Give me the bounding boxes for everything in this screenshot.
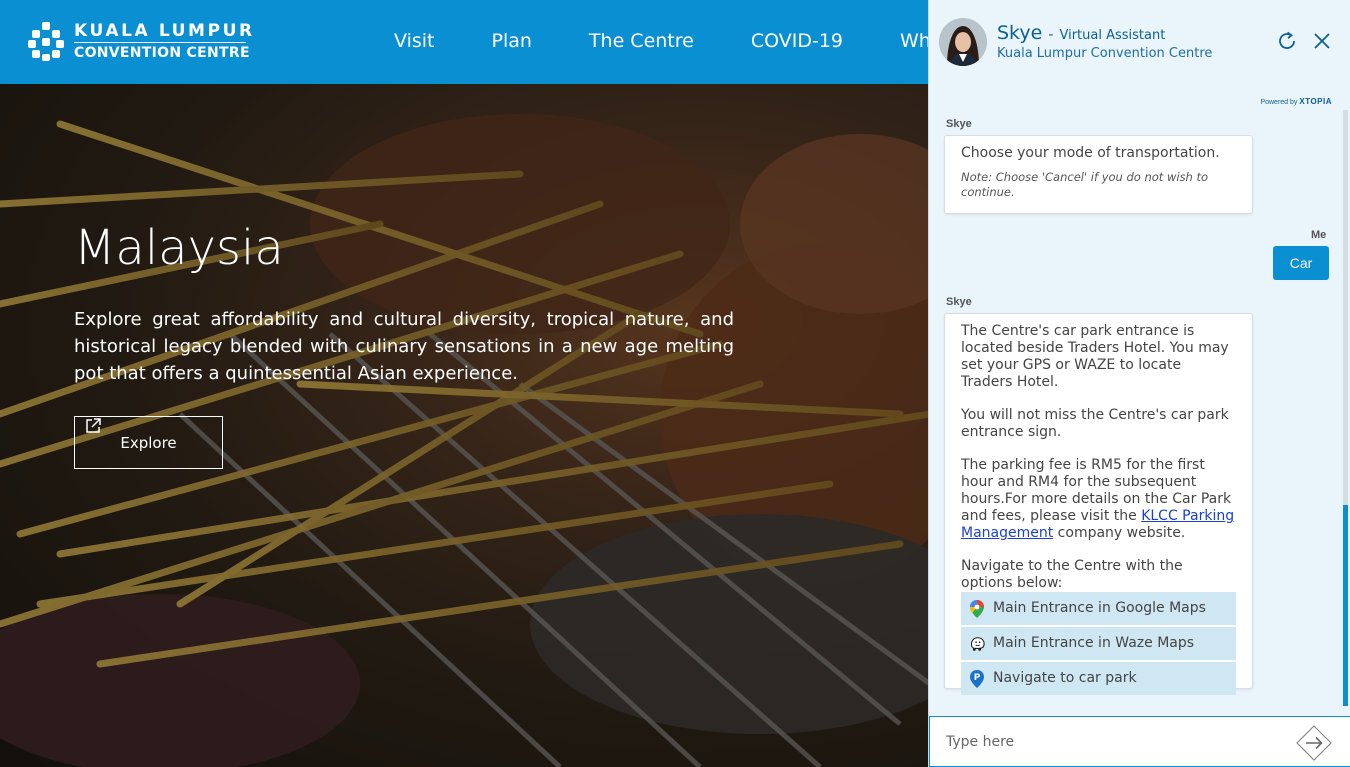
powered-by-text: Powered by bbox=[1260, 99, 1298, 106]
chat-input-bar bbox=[929, 716, 1350, 767]
assistant-name: Skye bbox=[997, 22, 1043, 44]
bot-message: Choose your mode of transportation. Note… bbox=[944, 135, 1253, 214]
nav-the-centre[interactable]: The Centre bbox=[589, 30, 694, 52]
assistant-org: Kuala Lumpur Convention Centre bbox=[997, 46, 1213, 61]
user-message: Car bbox=[1273, 246, 1329, 280]
option-label: Navigate to car park bbox=[993, 670, 1137, 686]
message-sender: Skye bbox=[946, 296, 972, 308]
google-maps-icon bbox=[969, 599, 985, 618]
refresh-icon[interactable] bbox=[1275, 29, 1299, 53]
send-icon[interactable] bbox=[1296, 725, 1332, 761]
message-paragraph: The parking fee is RM5 for the first hou… bbox=[961, 457, 1236, 542]
message-paragraph: Navigate to the Centre with the options … bbox=[961, 558, 1183, 591]
nav-plan[interactable]: Plan bbox=[492, 30, 532, 52]
message-sender: Me bbox=[1311, 229, 1327, 241]
option-waze-maps[interactable]: Main Entrance in Waze Maps bbox=[961, 627, 1236, 660]
external-link-icon bbox=[86, 418, 101, 433]
bot-message: The Centre's car park entrance is locate… bbox=[944, 313, 1253, 695]
assistant-role: Virtual Assistant bbox=[1059, 28, 1166, 43]
option-car-park[interactable]: P Navigate to car park bbox=[961, 662, 1236, 695]
hero-title: Malaysia bbox=[74, 220, 284, 276]
chat-scrollbar[interactable] bbox=[1343, 110, 1348, 706]
message-paragraph: You will not miss the Centre's car park … bbox=[961, 407, 1229, 440]
message-text: company website. bbox=[1053, 525, 1186, 541]
message-note: Note: Choose 'Cancel' if you do not wish… bbox=[961, 170, 1209, 199]
option-label: Main Entrance in Google Maps bbox=[993, 600, 1206, 616]
option-label: Main Entrance in Waze Maps bbox=[993, 635, 1195, 651]
hero-banner: Malaysia Explore great affordability and… bbox=[0, 84, 930, 767]
chat-input[interactable] bbox=[946, 731, 1276, 753]
title-separator: - bbox=[1048, 27, 1054, 43]
explore-label: Explore bbox=[120, 433, 177, 452]
nav-visit[interactable]: Visit bbox=[394, 30, 435, 52]
logo-subtitle: CONVENTION CENTRE bbox=[74, 44, 250, 61]
assistant-title: Skye - Virtual Assistant bbox=[997, 22, 1165, 44]
message-text: Choose your mode of transportation. bbox=[961, 145, 1220, 161]
chat-header: Skye - Virtual Assistant Kuala Lumpur Co… bbox=[929, 0, 1350, 84]
assistant-avatar bbox=[939, 18, 987, 66]
option-google-maps[interactable]: Main Entrance in Google Maps bbox=[961, 592, 1236, 625]
hero-description: Explore great affordability and cultural… bbox=[74, 309, 734, 384]
powered-by[interactable]: Powered by XTOPIA bbox=[1260, 97, 1332, 106]
message-sender: Skye bbox=[946, 118, 972, 130]
message-paragraph: The Centre's car park entrance is locate… bbox=[961, 323, 1229, 390]
close-icon[interactable] bbox=[1311, 30, 1333, 52]
logo-mark-icon bbox=[28, 20, 64, 62]
scrollbar-thumb[interactable] bbox=[1343, 505, 1348, 706]
parking-icon: P bbox=[969, 669, 985, 688]
main-nav: Visit Plan The Centre COVID-19 Wha bbox=[394, 30, 999, 52]
logo-title: KUALA LUMPUR bbox=[74, 20, 255, 41]
waze-icon bbox=[969, 635, 985, 653]
klcc-logo[interactable]: KUALA LUMPUR CONVENTION CENTRE bbox=[28, 20, 255, 62]
xtopia-logo: XTOPIA bbox=[1299, 97, 1332, 106]
explore-button[interactable]: Explore bbox=[74, 416, 223, 469]
logo-rule bbox=[74, 41, 246, 43]
chat-panel: Skye - Virtual Assistant Kuala Lumpur Co… bbox=[928, 0, 1350, 767]
nav-covid-19[interactable]: COVID-19 bbox=[751, 30, 843, 52]
quick-reply-options: Main Entrance in Google Maps Main Entran… bbox=[961, 592, 1236, 695]
svg-text:P: P bbox=[974, 673, 981, 683]
